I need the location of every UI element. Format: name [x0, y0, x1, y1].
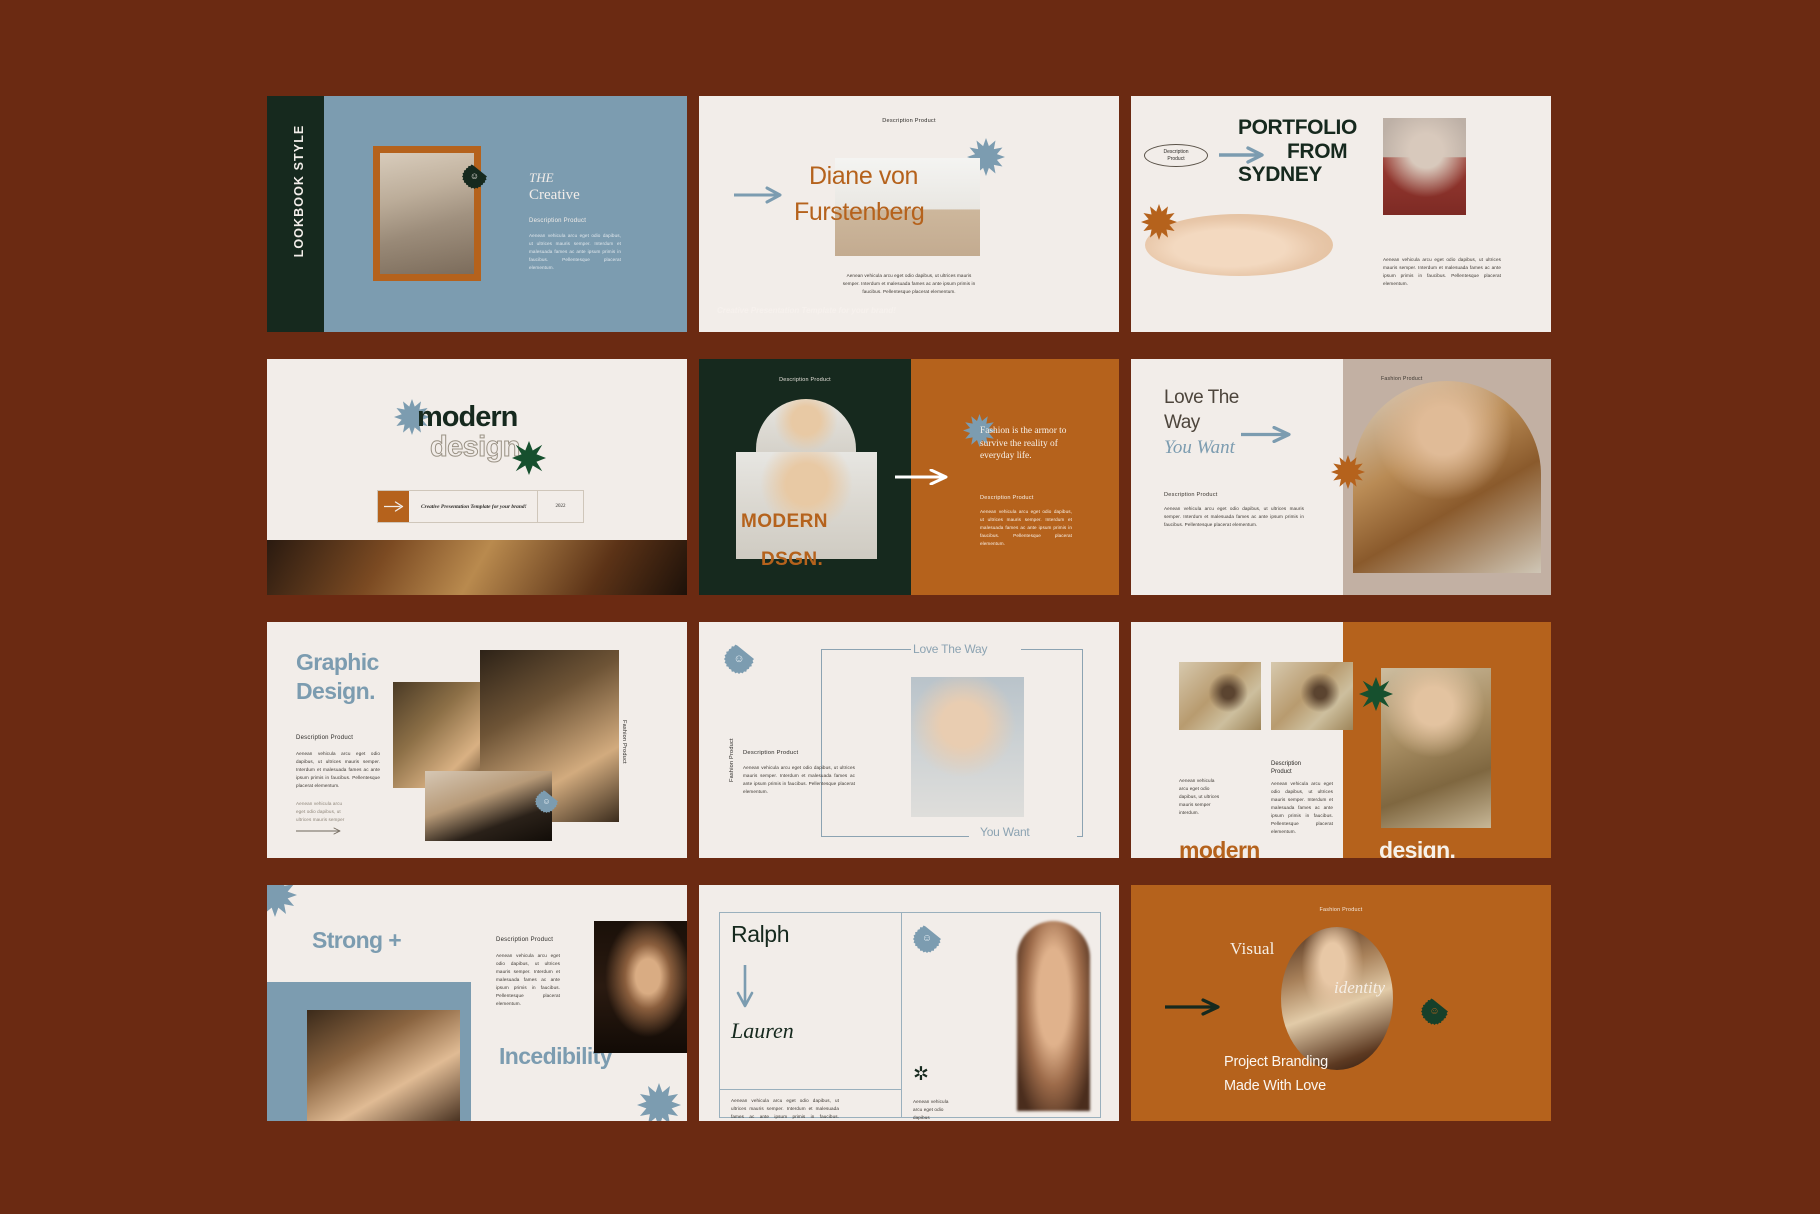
slide10-body: Aenean vehicula arcu eget odio dapibus, …: [496, 953, 560, 1007]
slide11-title-1: Ralph: [731, 921, 790, 947]
slide9-photo-1: [1179, 662, 1261, 730]
slide-4-modern-design[interactable]: modern design Creative Presentation Temp…: [267, 359, 687, 595]
slide-7-graphic-design[interactable]: Graphic Design. Description Product Aene…: [267, 622, 687, 858]
slide4-photo-strip: [267, 540, 687, 595]
slide-8-love-frame[interactable]: ☺ Love The Way You Want Description Prod…: [699, 622, 1119, 858]
slide-2-diane[interactable]: Description Product Diane von Furstenber…: [699, 96, 1119, 332]
slide11-divider-vertical: [901, 912, 902, 1118]
star-burst-icon-green: [512, 441, 546, 475]
slide10-photo-2: [594, 921, 687, 1053]
slide3-pill[interactable]: Description Product: [1144, 144, 1208, 167]
slide9-photo-2: [1271, 662, 1353, 730]
arrow-right-icon: [734, 186, 782, 204]
slide9-word-right: design.: [1379, 837, 1456, 858]
slide6-body: Aenean vehicula arcu eget odio dapibus, …: [1164, 506, 1304, 528]
arrow-right-icon: [895, 469, 948, 485]
slide9-body-left: Aenean vehicula arcu eget odio dapibus, …: [1179, 778, 1220, 816]
slide7-title-1: Graphic: [296, 649, 379, 675]
slide12-subtitle-1: Project Branding: [1224, 1054, 1328, 1070]
slide9-word-left: modern: [1179, 837, 1260, 858]
slide2-footer: Creative Presentation Template for your …: [717, 306, 896, 315]
slide3-pill-line2: Product: [1167, 155, 1185, 162]
slide11-divider-horizontal: [719, 1089, 901, 1090]
slide1-sidebar: LOOKBOOK STYLE: [267, 96, 324, 332]
slide2-eyebrow: Description Product: [882, 118, 936, 124]
slide-3-portfolio[interactable]: Description Product PORTFOLIO FROM SYDNE…: [1131, 96, 1551, 332]
slide11-photo: [1017, 921, 1090, 1111]
slide5-photo-body: [736, 452, 877, 559]
slide6-subtitle: Description Product: [1164, 492, 1218, 498]
slide9-body-right: Aenean vehicula arcu eget odio dapibus, …: [1271, 781, 1333, 835]
slide12-title-2: identity: [1334, 978, 1385, 997]
slide12-eyebrow: Fashion Product: [1319, 907, 1363, 913]
slide2-body: Aenean vehicula arcu eget odio dapibus, …: [842, 273, 976, 295]
smiley-star-icon: ☺: [724, 644, 754, 674]
slide-11-ralph-lauren[interactable]: Ralph Lauren Aenean vehicula arcu eget o…: [699, 885, 1119, 1121]
slide12-title-1: Visual: [1230, 939, 1275, 958]
slide4-tag-text: Creative Presentation Template for your …: [409, 491, 538, 522]
slide6-corner-label: Fashion Product: [1381, 376, 1423, 382]
slide3-body: Aenean vehicula arcu eget odio dapibus, …: [1383, 257, 1501, 287]
slide-9-modern-design-split[interactable]: Aenean vehicula arcu eget odio dapibus, …: [1131, 622, 1551, 858]
slide12-subtitle-2: Made With Love: [1224, 1078, 1326, 1094]
slide3-photo-portrait: [1383, 118, 1466, 215]
slide11-body-top: Aenean vehicula arcu eget odio dapibus, …: [731, 1098, 839, 1120]
slide-1-cover[interactable]: LOOKBOOK STYLE ☺ THE Creative Descriptio…: [267, 96, 687, 332]
smiley-star-icon: ☺: [1421, 998, 1448, 1025]
arrow-right-icon: [1165, 998, 1220, 1016]
slide5-eyebrow: Description Product: [779, 377, 831, 383]
slide10-title-1: Strong +: [312, 927, 402, 953]
slide7-body: Aenean vehicula arcu eget odio dapibus, …: [296, 751, 380, 789]
slide1-photo: [380, 153, 474, 274]
star-burst-icon-2: [637, 1083, 681, 1121]
slide2-title-1: Diane von: [809, 162, 918, 190]
slide5-body: Aenean vehicula arcu eget odio dapibus, …: [980, 509, 1072, 547]
slide4-tagline-bar[interactable]: Creative Presentation Template for your …: [377, 490, 584, 523]
slide8-body: Aenean vehicula arcu eget odio dapibus, …: [743, 765, 855, 795]
slide7-subtitle: Description Product: [296, 735, 354, 741]
asterisk-icon: ✲: [913, 1064, 929, 1085]
slide8-side-label: Fashion Product: [729, 738, 735, 782]
arrow-right-icon: [378, 491, 409, 522]
slide-board: LOOKBOOK STYLE ☺ THE Creative Descriptio…: [0, 0, 1820, 1214]
slide10-subtitle: Description Product: [496, 937, 554, 943]
slide6-photo: [1353, 381, 1541, 573]
slide11-side-note: Aenean vehicula arcu eget odio dapibus: [913, 1099, 949, 1121]
slide9-photo-3: [1381, 668, 1491, 828]
slide4-title-outline: design: [430, 431, 521, 464]
slide-12-visual-identity[interactable]: Fashion Product Visual identity ☺ Projec…: [1131, 885, 1551, 1121]
star-burst-icon: [267, 885, 297, 917]
slide1-body: Aenean vehicula arcu eget odio dapibus, …: [529, 233, 621, 271]
slide1-title-1: THE: [529, 170, 554, 185]
arrow-right-icon: [296, 827, 341, 835]
slide7-note: Aenean vehicula arcu eget odio dapibus, …: [296, 801, 345, 823]
slide5-quote: Fashion is the armor to survive the real…: [980, 426, 1067, 461]
slide7-photo-3: [425, 771, 552, 841]
arrow-down-icon: [736, 965, 754, 1008]
slide1-sidebar-label: LOOKBOOK STYLE: [292, 124, 306, 258]
slide5-subtitle: Description Product: [980, 495, 1034, 501]
arrow-right-icon: [1241, 426, 1291, 443]
slide5-headline-1: MODERN: [741, 511, 828, 532]
slide12-photo: [1281, 927, 1393, 1070]
slide4-title-solid: modern: [417, 401, 518, 433]
slide4-tag-year: 2022: [555, 504, 566, 509]
slide-10-strong[interactable]: Strong + Incedibility Description Produc…: [267, 885, 687, 1121]
slide-5-modern-dsgn[interactable]: Description Product MODERN DSGN. Fashion…: [699, 359, 1119, 595]
slide-6-love-the-way[interactable]: Fashion Product Love The Way You Want De…: [1131, 359, 1551, 595]
slide8-subtitle: Description Product: [743, 750, 799, 756]
slide8-photo: [911, 677, 1024, 817]
star-burst-icon: [1359, 677, 1393, 711]
slide8-title-top: Love The Way: [913, 642, 988, 656]
slide7-side-label: Fashion Product: [621, 720, 627, 764]
slide11-title-2: Lauren: [731, 1018, 794, 1043]
slide10-photo-1: [307, 1010, 460, 1121]
slide5-headline-2: DSGN.: [761, 549, 824, 570]
slide6-title-1: Love The: [1164, 387, 1239, 408]
slide1-title-2: Creative: [529, 187, 580, 204]
slide1-subtitle: Description Product: [529, 218, 587, 225]
slide2-title-2: Furstenberg: [794, 198, 925, 226]
slide8-title-bottom: You Want: [980, 825, 1030, 839]
slide9-subtitle: Description Product: [1271, 761, 1302, 776]
